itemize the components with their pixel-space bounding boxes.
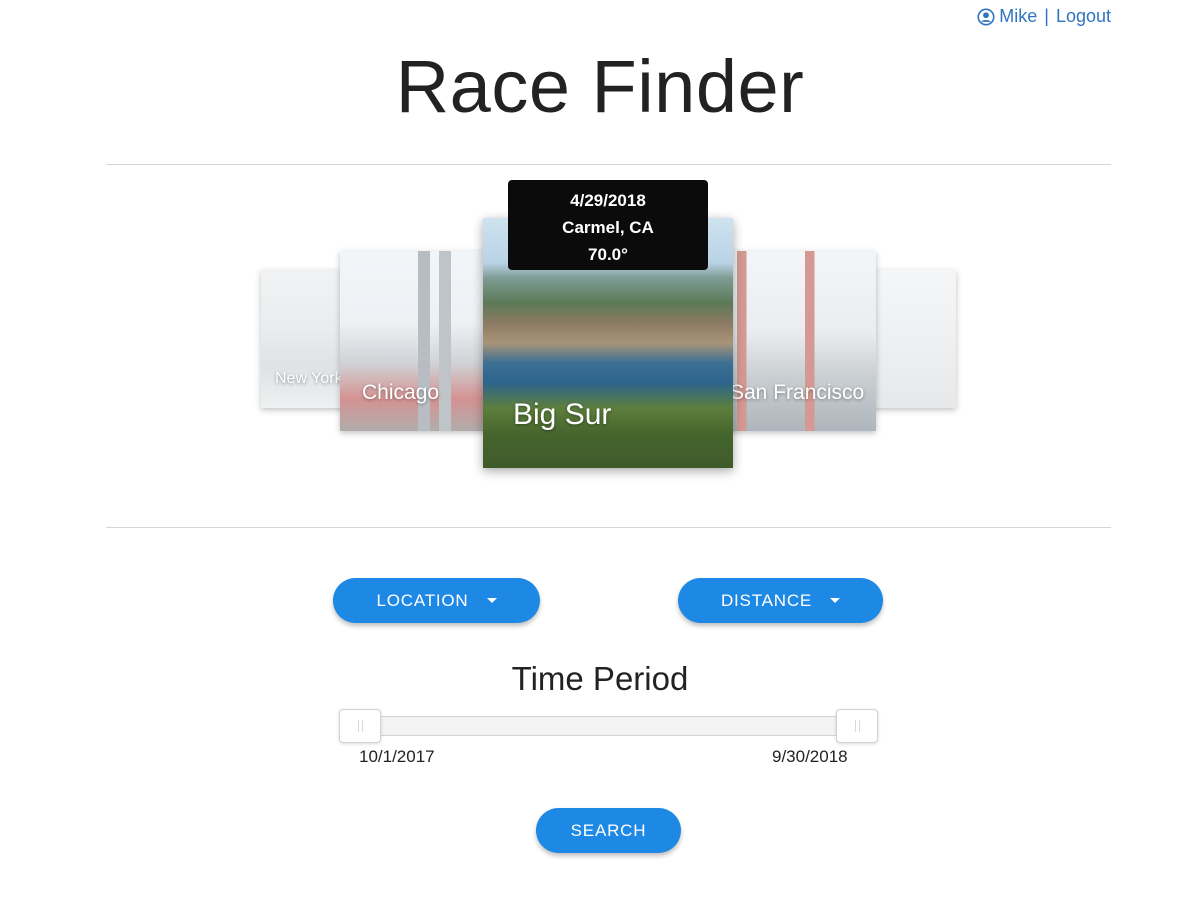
time-period-slider-track[interactable]: [360, 716, 856, 736]
slider-end-handle[interactable]: [836, 709, 878, 743]
search-button[interactable]: SEARCH: [536, 808, 681, 853]
race-tooltip: 4/29/2018 Carmel, CA 70.0°: [508, 180, 708, 270]
page-title: Race Finder: [395, 45, 805, 128]
logout-link[interactable]: Logout: [1056, 6, 1111, 27]
divider-top: [106, 164, 1111, 165]
carousel-card-label: San Francisco: [730, 381, 865, 404]
location-dropdown-button[interactable]: LOCATION: [333, 578, 540, 623]
user-bar: Mike | Logout: [977, 6, 1111, 27]
time-period-title: Time Period: [511, 660, 689, 697]
distance-dropdown-label: DISTANCE: [720, 590, 813, 610]
tooltip-temperature: 70.0°: [588, 245, 628, 264]
user-circle-icon: [977, 7, 995, 26]
carousel-card-label: New York: [275, 370, 343, 387]
carousel-card-chicago[interactable]: Chicago: [340, 251, 490, 431]
caret-down-icon: [486, 598, 497, 603]
carousel-card-label: Chicago: [362, 381, 440, 404]
time-period-start-label: 10/1/2017: [359, 747, 435, 766]
user-name-link[interactable]: Mike: [999, 6, 1037, 27]
divider-bottom: [106, 527, 1111, 528]
caret-down-icon: [830, 598, 841, 603]
race-carousel: New York Chicago San Francisco Big Sur 4…: [0, 170, 1200, 520]
location-dropdown-label: LOCATION: [376, 590, 469, 610]
distance-dropdown-button[interactable]: DISTANCE: [678, 578, 883, 623]
carousel-card-san-francisco[interactable]: San Francisco: [718, 251, 876, 431]
slider-start-handle[interactable]: [339, 709, 381, 743]
tooltip-location: Carmel, CA: [562, 218, 654, 237]
tooltip-date: 4/29/2018: [570, 191, 646, 210]
header-separator: |: [1044, 6, 1049, 26]
time-period-end-label: 9/30/2018: [772, 747, 848, 766]
carousel-card-label: Big Sur: [513, 398, 612, 431]
